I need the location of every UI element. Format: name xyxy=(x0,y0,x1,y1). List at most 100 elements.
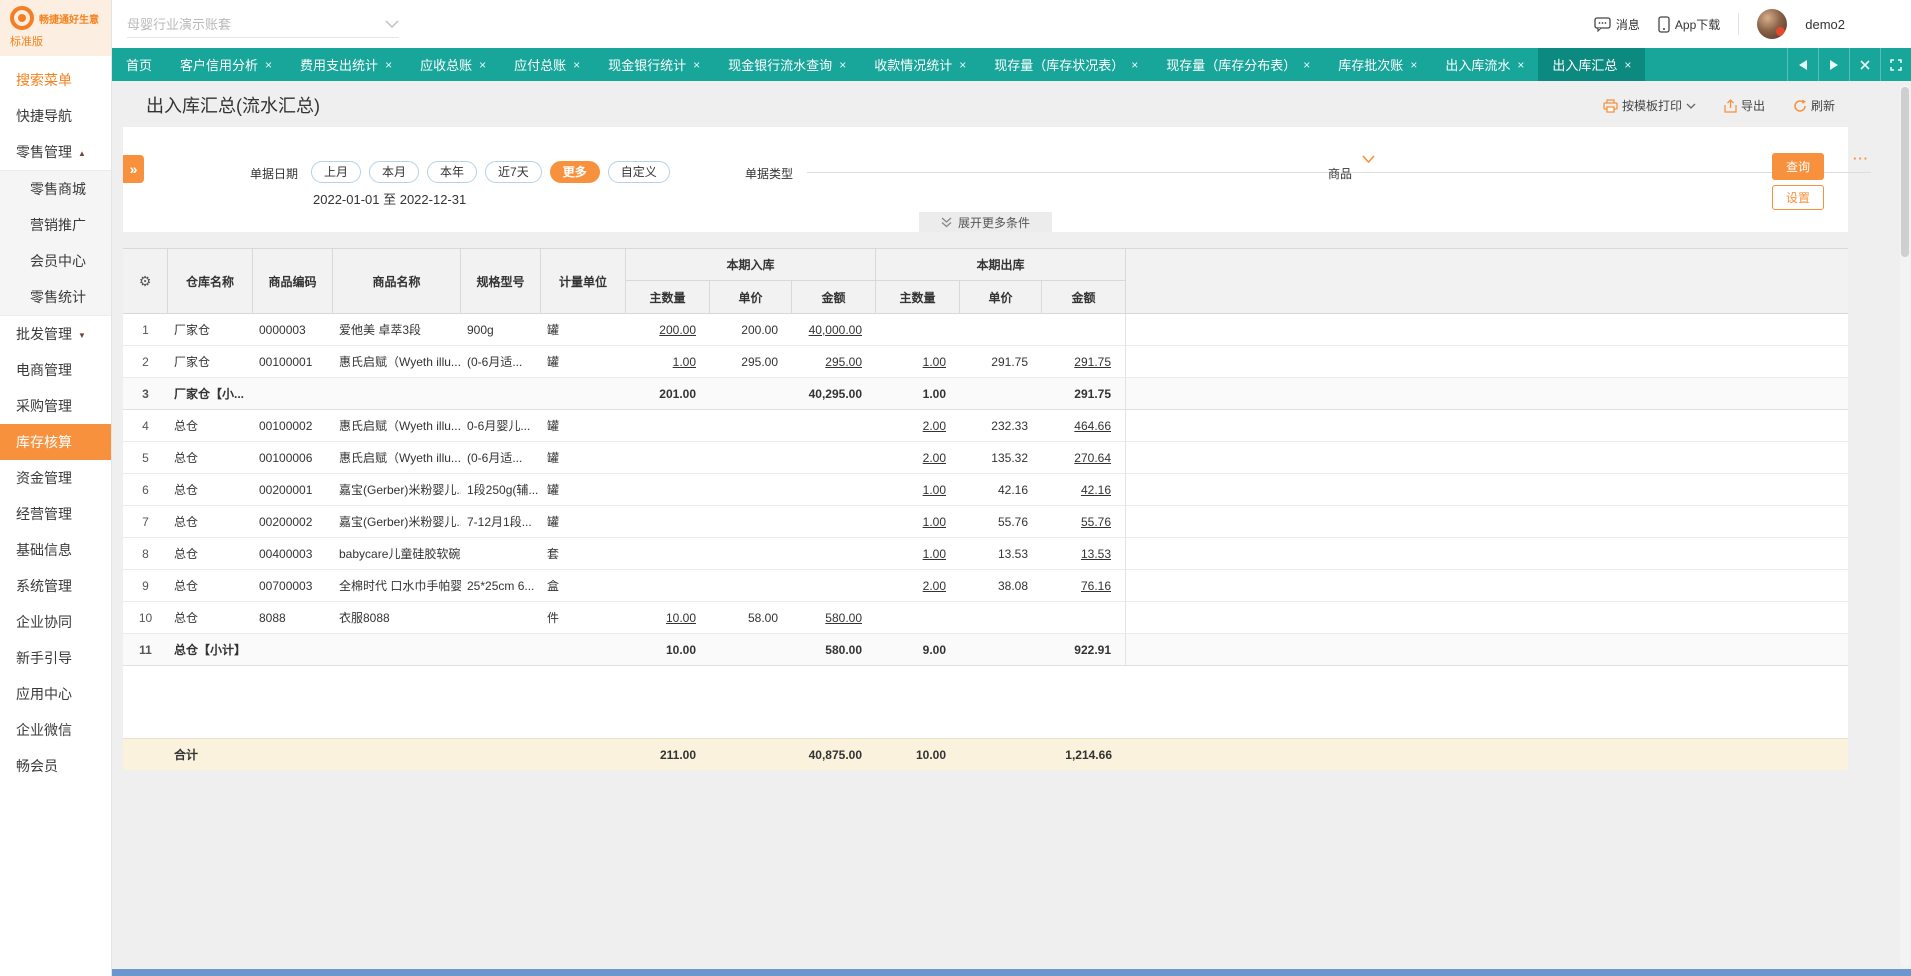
drilldown-link[interactable]: 270.64 xyxy=(1074,451,1111,465)
sidebar-item[interactable]: 企业微信 xyxy=(0,712,111,748)
column-header-out-price[interactable]: 单价 xyxy=(960,281,1042,313)
tab-close-icon[interactable]: × xyxy=(693,58,700,72)
account-selector[interactable]: 母婴行业演示账套 xyxy=(127,10,399,38)
drilldown-link[interactable]: 1.00 xyxy=(923,547,946,561)
drilldown-link[interactable]: 1.00 xyxy=(923,483,946,497)
tab[interactable]: 现金银行统计 × xyxy=(594,48,714,81)
tab[interactable]: 现存量（库存状况表） × xyxy=(980,48,1152,81)
sidebar-item[interactable]: 应用中心 xyxy=(0,676,111,712)
fullscreen-icon[interactable] xyxy=(1880,48,1911,81)
tab-close-icon[interactable]: × xyxy=(573,58,580,72)
column-header-code[interactable]: 商品编码 xyxy=(253,249,333,313)
date-preset-pill[interactable]: 更多 xyxy=(549,161,600,183)
date-preset-pill[interactable]: 自定义 xyxy=(607,161,670,183)
drilldown-link[interactable]: 200.00 xyxy=(659,323,696,337)
tab-close-icon[interactable]: × xyxy=(1303,58,1310,72)
drilldown-link[interactable]: 291.75 xyxy=(1074,355,1111,369)
tab[interactable]: 首页 xyxy=(112,48,166,81)
drilldown-link[interactable]: 10.00 xyxy=(666,611,696,625)
tab-close-icon[interactable]: × xyxy=(385,58,392,72)
tab[interactable]: 现存量（库存分布表） × xyxy=(1152,48,1324,81)
tab-close-icon[interactable]: × xyxy=(839,58,846,72)
column-header-out-amount[interactable]: 金额 xyxy=(1042,281,1126,313)
sidebar-subitem[interactable]: 零售统计 xyxy=(0,279,111,315)
drilldown-link[interactable]: 13.53 xyxy=(1081,547,1111,561)
sidebar-item[interactable]: 采购管理 xyxy=(0,388,111,424)
sidebar-item[interactable]: 电商管理 xyxy=(0,352,111,388)
sidebar-item[interactable]: 快捷导航 xyxy=(0,98,111,134)
tab[interactable]: 客户信用分析 × xyxy=(166,48,286,81)
sidebar-item[interactable]: 畅会员 xyxy=(0,748,111,784)
drilldown-link[interactable]: 2.00 xyxy=(923,579,946,593)
tab[interactable]: 出入库汇总 × xyxy=(1538,48,1646,81)
drilldown-link[interactable]: 1.00 xyxy=(673,355,696,369)
tab[interactable]: 现金银行流水查询 × xyxy=(714,48,860,81)
sidebar-item[interactable]: 新手引导 xyxy=(0,640,111,676)
sidebar-subitem[interactable]: 营销推广 xyxy=(0,207,111,243)
column-header-in-qty[interactable]: 主数量 xyxy=(626,281,710,313)
date-range-value[interactable]: 2022-01-01 至 2022-12-31 xyxy=(313,189,466,208)
tab-close-icon[interactable]: × xyxy=(1517,58,1524,72)
doc-type-select[interactable] xyxy=(807,149,1377,173)
column-header-in-amount[interactable]: 金额 xyxy=(792,281,876,313)
collapse-filters-button[interactable]: » xyxy=(123,155,144,183)
tab[interactable]: 库存批次账 × xyxy=(1324,48,1431,81)
drilldown-link[interactable]: 1.00 xyxy=(923,515,946,529)
tab-scroll-left-button[interactable] xyxy=(1787,48,1818,81)
sidebar-item[interactable]: 经营管理 xyxy=(0,496,111,532)
tab-close-icon[interactable]: × xyxy=(265,58,272,72)
sidebar-item[interactable]: 零售管理 ▲ xyxy=(0,134,111,170)
sidebar-item[interactable]: 资金管理 xyxy=(0,460,111,496)
tab-close-icon[interactable]: × xyxy=(1410,58,1417,72)
column-header-out-qty[interactable]: 主数量 xyxy=(876,281,960,313)
vertical-scrollbar[interactable] xyxy=(1900,85,1910,968)
sidebar-item[interactable]: 基础信息 xyxy=(0,532,111,568)
tab-close-icon[interactable]: × xyxy=(479,58,486,72)
scrollbar-thumb[interactable] xyxy=(1901,87,1909,257)
gear-icon[interactable]: ⚙ xyxy=(139,273,152,290)
drilldown-link[interactable]: 2.00 xyxy=(923,451,946,465)
date-preset-pill[interactable]: 上月 xyxy=(311,161,362,183)
export-button[interactable]: 导出 xyxy=(1724,97,1765,114)
sidebar-item[interactable]: 批发管理 ▼ xyxy=(0,316,111,352)
tab[interactable]: 出入库流水 × xyxy=(1431,48,1538,81)
sidebar-item[interactable]: 系统管理 xyxy=(0,568,111,604)
sidebar-item[interactable]: 库存核算 xyxy=(0,424,111,460)
drilldown-link[interactable]: 464.66 xyxy=(1074,419,1111,433)
sidebar-subitem[interactable]: 会员中心 xyxy=(0,243,111,279)
column-header-unit[interactable]: 计量单位 xyxy=(541,249,626,313)
column-header-in-price[interactable]: 单价 xyxy=(710,281,792,313)
settings-button[interactable]: 设置 xyxy=(1772,185,1824,210)
tab[interactable]: 应收总账 × xyxy=(406,48,500,81)
tab-close-icon[interactable]: × xyxy=(959,58,966,72)
column-header-warehouse[interactable]: 仓库名称 xyxy=(168,249,253,313)
drilldown-link[interactable]: 76.16 xyxy=(1081,579,1111,593)
drilldown-link[interactable]: 1.00 xyxy=(923,355,946,369)
date-preset-pill[interactable]: 近7天 xyxy=(485,161,542,183)
tab[interactable]: 应付总账 × xyxy=(500,48,594,81)
drilldown-link[interactable]: 42.16 xyxy=(1081,483,1111,497)
tab-close-icon[interactable]: × xyxy=(1624,58,1631,72)
expand-more-filters-button[interactable]: 展开更多条件 xyxy=(918,212,1052,232)
search-button[interactable]: 查询 xyxy=(1772,153,1824,180)
messages-button[interactable]: 消息 xyxy=(1594,16,1640,33)
sidebar-item[interactable]: 企业协同 xyxy=(0,604,111,640)
drilldown-link[interactable]: 295.00 xyxy=(825,355,862,369)
tab[interactable]: 收款情况统计 × xyxy=(860,48,980,81)
sidebar-item[interactable]: 搜索菜单 xyxy=(0,62,111,98)
drilldown-link[interactable]: 580.00 xyxy=(825,611,862,625)
date-preset-pill[interactable]: 本年 xyxy=(427,161,478,183)
tab[interactable]: 费用支出统计 × xyxy=(286,48,406,81)
close-all-tabs-button[interactable] xyxy=(1849,48,1880,81)
column-header-name[interactable]: 商品名称 xyxy=(333,249,461,313)
print-by-template-button[interactable]: 按模板打印 xyxy=(1603,97,1696,114)
date-preset-pill[interactable]: 本月 xyxy=(369,161,420,183)
drilldown-link[interactable]: 2.00 xyxy=(923,419,946,433)
tab-close-icon[interactable]: × xyxy=(1131,58,1138,72)
sidebar-subitem[interactable]: 零售商城 xyxy=(0,171,111,207)
app-download-button[interactable]: App下载 xyxy=(1658,15,1720,33)
column-header-spec[interactable]: 规格型号 xyxy=(461,249,541,313)
drilldown-link[interactable]: 40,000.00 xyxy=(809,323,862,337)
refresh-button[interactable]: 刷新 xyxy=(1793,97,1835,114)
avatar[interactable] xyxy=(1757,9,1788,39)
